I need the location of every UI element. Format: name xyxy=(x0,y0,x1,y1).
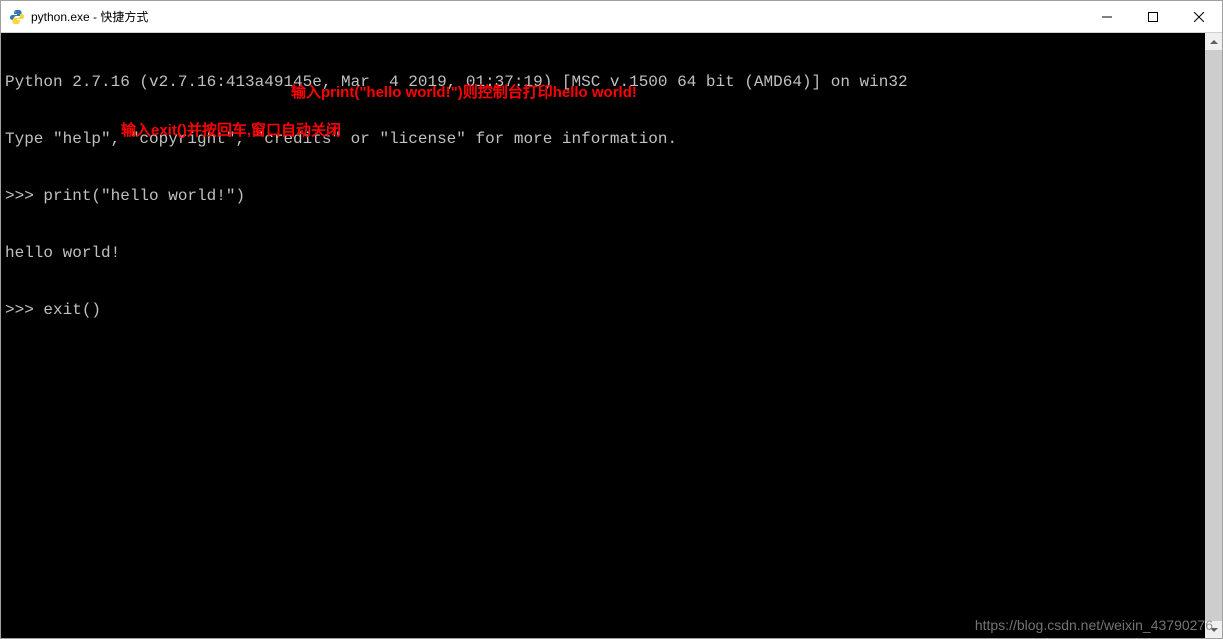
maximize-icon xyxy=(1148,12,1158,22)
scrollbar-track[interactable] xyxy=(1205,50,1222,621)
scrollbar-up-button[interactable] xyxy=(1205,33,1222,50)
console-content[interactable]: Python 2.7.16 (v2.7.16:413a49145e, Mar 4… xyxy=(1,33,1205,638)
close-button[interactable] xyxy=(1176,1,1222,32)
annotation-exit: 输入exit()并按回车,窗口自动关闭 xyxy=(121,121,341,140)
close-icon xyxy=(1194,12,1204,22)
chevron-up-icon xyxy=(1210,40,1218,44)
scrollbar-thumb[interactable] xyxy=(1205,50,1222,621)
console-line-input-exit: >>> exit() xyxy=(5,301,1201,320)
annotation-print: 输入print("hello world!")则控制台打印hello world… xyxy=(291,83,637,102)
vertical-scrollbar[interactable] xyxy=(1205,33,1222,638)
titlebar-buttons xyxy=(1084,1,1222,32)
python-icon xyxy=(9,9,25,25)
app-window: python.exe - 快捷方式 Python 2.7.16 xyxy=(0,0,1223,639)
console-area: Python 2.7.16 (v2.7.16:413a49145e, Mar 4… xyxy=(1,33,1222,638)
console-line-output: hello world! xyxy=(5,244,1201,263)
watermark: https://blog.csdn.net/weixin_43790276 xyxy=(975,617,1213,633)
minimize-button[interactable] xyxy=(1084,1,1130,32)
window-title: python.exe - 快捷方式 xyxy=(31,8,1084,25)
titlebar[interactable]: python.exe - 快捷方式 xyxy=(1,1,1222,33)
maximize-button[interactable] xyxy=(1130,1,1176,32)
minimize-icon xyxy=(1102,12,1112,22)
console-line-input-print: >>> print("hello world!") xyxy=(5,187,1201,206)
